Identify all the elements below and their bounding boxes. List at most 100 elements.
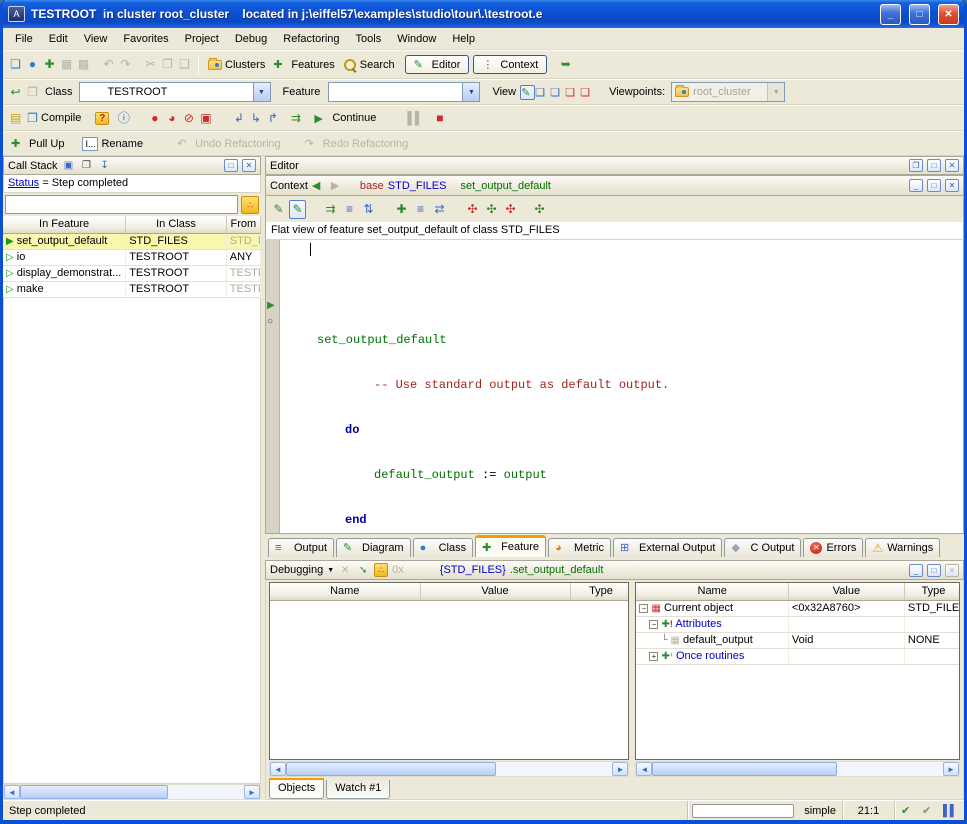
debugging-maximize-button[interactable]: □ <box>927 564 941 577</box>
scroll-thumb[interactable] <box>20 785 168 799</box>
callers-icon[interactable]: ⇉ <box>322 201 339 218</box>
code-area[interactable]: ▶ ○ set_output_default -- Use standard o… <box>265 239 964 534</box>
copy-icon[interactable]: ❐ <box>159 56 176 73</box>
context-close-button[interactable]: ✕ <box>945 179 959 192</box>
redo-refactoring-button[interactable]: ↷ Redo Refactoring <box>301 135 413 152</box>
editor-restore-button[interactable]: ❐ <box>909 159 923 172</box>
callees-icon[interactable]: ✚ <box>393 201 410 218</box>
open-icon[interactable]: ● <box>24 56 41 73</box>
title-bar[interactable]: A TESTROOT in cluster root_cluster locat… <box>3 0 964 28</box>
scroll-right-icon[interactable]: ► <box>612 762 628 776</box>
suppliers-icon[interactable]: ✣ <box>531 201 548 218</box>
class-combobox-arrow[interactable]: ▼ <box>253 83 270 101</box>
locals-col-type[interactable]: Type <box>570 583 629 600</box>
hex-format-label[interactable]: 0x <box>392 564 404 576</box>
col-in-class[interactable]: In Class <box>126 216 227 233</box>
save-all-icon[interactable]: ▩ <box>75 56 92 73</box>
call-stack-row[interactable]: ▷ make TESTROOT TESTROOT <box>3 281 261 297</box>
context-minimize-button[interactable]: _ <box>909 179 923 192</box>
scroll-right-icon[interactable]: ► <box>943 762 959 776</box>
call-stack-copy-icon[interactable]: ❐ <box>80 160 94 171</box>
col-in-feature[interactable]: In Feature <box>3 216 126 233</box>
menu-view[interactable]: View <box>76 30 116 48</box>
send-to-icon[interactable]: ↩ <box>7 84 24 101</box>
class-combobox[interactable]: TESTROOT ▼ <box>79 82 271 102</box>
new-document-icon[interactable]: ❏ <box>7 56 24 73</box>
breakpoint-gutter[interactable]: ▶ ○ <box>266 240 280 533</box>
expand-icon[interactable]: + <box>649 652 658 661</box>
call-stack-close-button[interactable]: ✕ <box>242 159 256 172</box>
objects-hscrollbar[interactable]: ◄ ► <box>635 761 960 777</box>
editor-maximize-button[interactable]: □ <box>927 159 941 172</box>
debugging-jump-icon[interactable]: ➘ <box>356 565 370 576</box>
locals-col-name[interactable]: Name <box>270 583 420 600</box>
view-contract-icon[interactable]: ❏ <box>550 86 565 99</box>
creators-icon[interactable]: ⇅ <box>360 201 377 218</box>
breakpoint-disable-icon[interactable]: ◕ <box>163 110 180 127</box>
step-into-icon[interactable]: ↲ <box>230 110 247 127</box>
editor-titlebar[interactable]: Editor ❐ □ ✕ <box>265 156 964 175</box>
exception-dialog-icon[interactable]: ∴ <box>241 196 259 214</box>
new-feature-icon[interactable]: ✎ <box>289 200 306 219</box>
pause-icon[interactable]: ▌▌ <box>406 110 423 127</box>
call-stack-filter-input[interactable] <box>5 195 238 214</box>
cut-icon[interactable]: ✂ <box>142 56 159 73</box>
scroll-left-icon[interactable]: ◄ <box>636 762 652 776</box>
search-button[interactable]: Search <box>339 56 399 74</box>
menu-favorites[interactable]: Favorites <box>115 30 176 48</box>
view-editor-icon[interactable]: ✎ <box>520 85 535 100</box>
feature-combobox[interactable]: ▼ <box>328 82 480 102</box>
locals-col-value[interactable]: Value <box>420 583 570 600</box>
scroll-right-icon[interactable]: ► <box>244 785 260 799</box>
call-stack-row[interactable]: ▶ set_output_default STD_FILES STD_FILES <box>3 233 261 249</box>
code-editor[interactable]: set_output_default -- Use standard outpu… <box>280 240 963 533</box>
view-flat-contract-icon[interactable]: ❏ <box>580 86 595 99</box>
debugging-bubble-icon[interactable]: ∴ <box>374 563 388 577</box>
breakpoint-slot-icon[interactable]: ○ <box>267 316 273 327</box>
continue-button[interactable]: ▶ Continue <box>310 110 380 127</box>
pull-up-button[interactable]: ✚ Pull Up <box>7 135 68 152</box>
ancestors-icon[interactable]: ✣ <box>464 201 481 218</box>
compile-help-icon[interactable]: ? <box>95 112 109 125</box>
breakpoint-window-icon[interactable]: ▣ <box>197 110 214 127</box>
menu-file[interactable]: File <box>7 30 41 48</box>
object-tree-row[interactable]: − ✚! Attributes <box>636 616 960 632</box>
scroll-thumb[interactable] <box>286 762 496 776</box>
viewpoints-combobox[interactable]: root_cluster ▼ <box>671 82 785 102</box>
edit-feature-icon[interactable]: ✎ <box>270 201 287 218</box>
createes-icon[interactable]: ⇄ <box>431 201 448 218</box>
assignees-icon[interactable]: ≡ <box>412 201 429 218</box>
context-forward-icon[interactable]: ▶ <box>331 179 346 192</box>
tab-objects[interactable]: Objects <box>269 778 324 799</box>
feature-combobox-arrow[interactable]: ▼ <box>462 83 479 101</box>
close-button[interactable]: ✕ <box>938 4 959 25</box>
add-icon[interactable]: ✚ <box>41 56 58 73</box>
call-stack-hscrollbar[interactable]: ◄ ► <box>3 784 261 800</box>
editor-close-button[interactable]: ✕ <box>945 159 959 172</box>
minimize-button[interactable]: _ <box>880 4 901 25</box>
context-toggle-button[interactable]: ⋮ Context <box>473 55 547 74</box>
call-stack-save-icon[interactable]: ▣ <box>62 160 76 171</box>
stop-icon[interactable]: ■ <box>431 110 448 127</box>
assigners-icon[interactable]: ≡ <box>341 201 358 218</box>
rename-button[interactable]: I... Rename <box>78 135 147 153</box>
objects-col-type[interactable]: Type <box>904 583 960 600</box>
debugging-dropdown-icon[interactable]: ▼ <box>327 567 334 574</box>
col-from[interactable]: From <box>226 216 260 233</box>
breadcrumb-group[interactable]: base <box>360 180 384 192</box>
object-tree-row[interactable]: − ▦ Current object <0x32A8760> STD_FILES <box>636 600 960 616</box>
menu-window[interactable]: Window <box>389 30 444 48</box>
maximize-button[interactable]: □ <box>909 4 930 25</box>
breakpoint-remove-icon[interactable]: ⊘ <box>180 110 197 127</box>
undo-icon[interactable]: ↶ <box>100 56 117 73</box>
call-stack-maximize-button[interactable]: □ <box>224 159 238 172</box>
debugging-close-tool-icon[interactable]: ✕ <box>338 565 352 576</box>
collapse-icon[interactable]: − <box>639 604 648 613</box>
compile-icon[interactable]: ❒ <box>24 110 41 127</box>
status-check-icon[interactable]: ✔ <box>922 804 937 817</box>
status-link[interactable]: Status <box>8 177 39 189</box>
objects-col-name[interactable]: Name <box>636 583 788 600</box>
menu-refactoring[interactable]: Refactoring <box>275 30 347 48</box>
clusters-button[interactable]: Clusters <box>204 57 269 73</box>
project-settings-icon[interactable]: ▤ <box>7 110 24 127</box>
